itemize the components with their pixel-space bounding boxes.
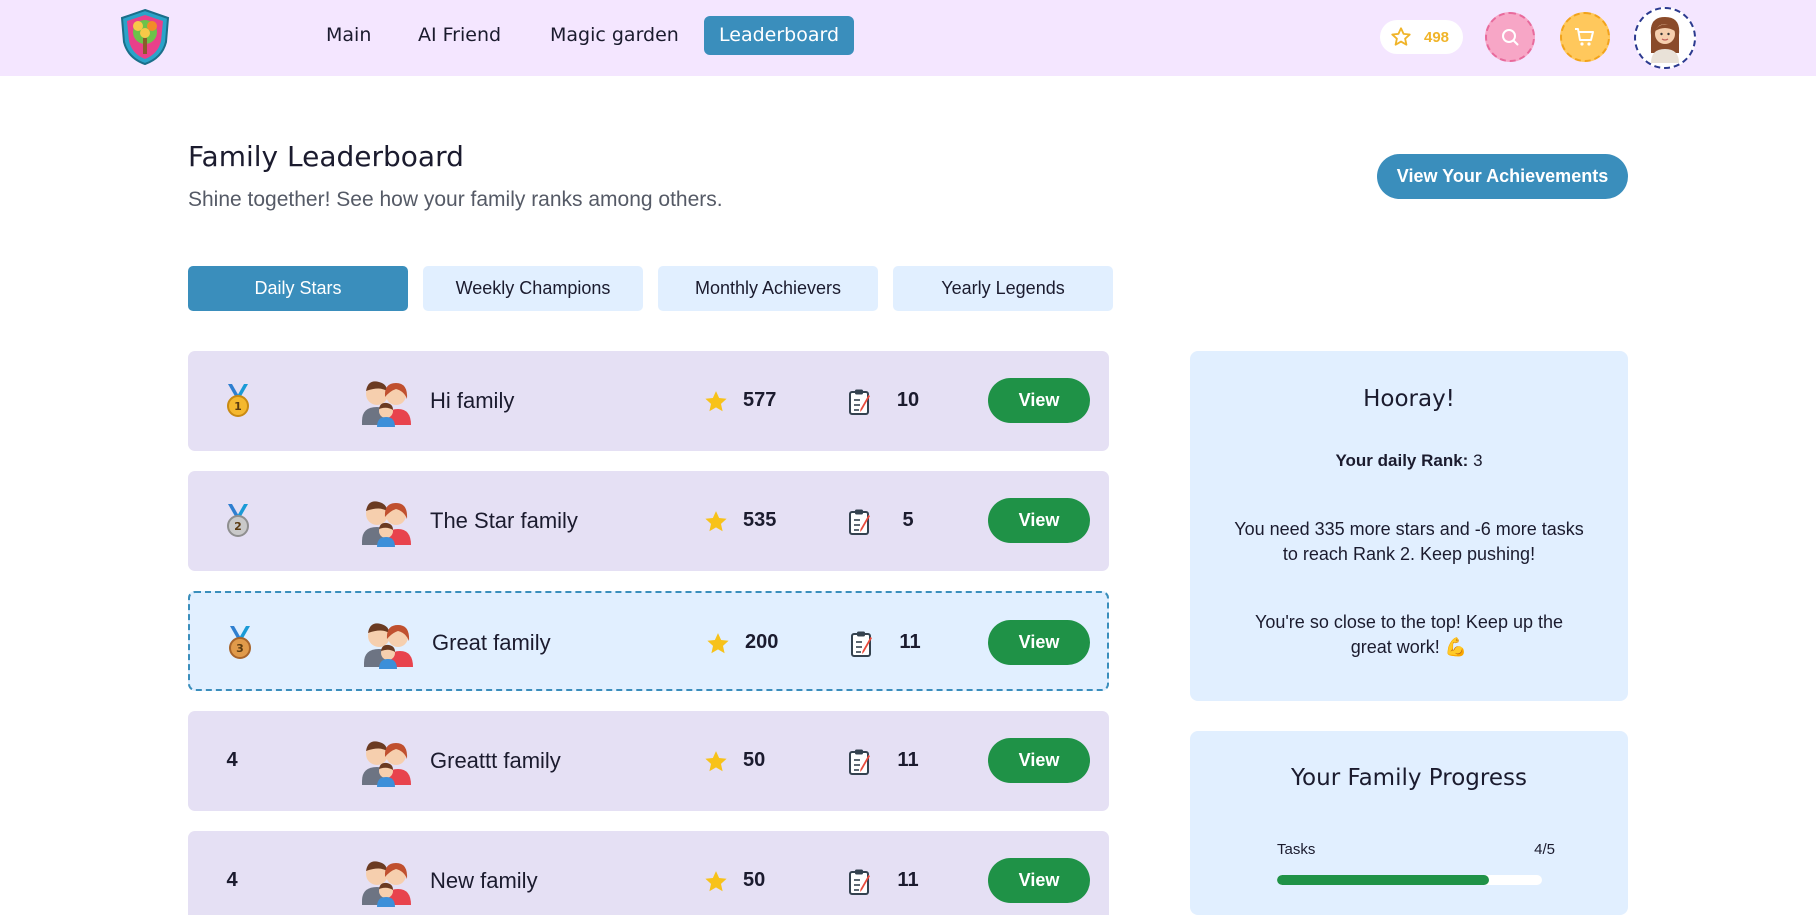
family-icon: [360, 857, 412, 912]
star-icon: [703, 869, 729, 900]
view-family-button[interactable]: View: [988, 620, 1090, 665]
view-family-button[interactable]: View: [988, 498, 1090, 543]
family-name: New family: [430, 868, 538, 893]
family-icon: [360, 497, 412, 552]
view-family-button[interactable]: View: [988, 858, 1090, 903]
family-icon: [360, 737, 412, 792]
stars-value: 50: [743, 749, 766, 771]
stars-value: 50: [743, 869, 766, 891]
view-achievements-button[interactable]: View Your Achievements: [1377, 154, 1628, 199]
rank-goal-text: You need 335 more stars and -6 more task…: [1234, 519, 1584, 564]
stars-value: 535: [743, 509, 777, 531]
tasks-progress-bar: [1277, 875, 1542, 885]
tasks-value: 11: [897, 869, 919, 891]
clipboard-icon: [848, 868, 872, 901]
medal-icon: 1: [223, 384, 253, 423]
stars-value: 577: [743, 389, 777, 411]
encouragement-text: You're so close to the top! Keep up the …: [1255, 612, 1563, 657]
rank-number: 4: [226, 749, 238, 771]
tasks-value: 5: [902, 509, 914, 531]
top-nav-bar: Main AI Friend Magic garden Leaderboard …: [0, 0, 1816, 76]
clipboard-icon: [850, 630, 874, 663]
family-name: The Star family: [430, 508, 578, 533]
page-title: Family Leaderboard: [188, 140, 464, 173]
page-subtitle: Shine together! See how your family rank…: [188, 188, 723, 211]
leaderboard-row: 4 New family 50 11 View: [188, 831, 1109, 915]
progress-title: Your Family Progress: [1291, 765, 1527, 791]
tab-monthly-achievers[interactable]: Monthly Achievers: [658, 266, 878, 311]
medal-rank-number: 1: [234, 400, 242, 413]
nav-main[interactable]: Main: [311, 16, 386, 55]
family-progress-card: Your Family Progress Tasks 4/5: [1190, 731, 1628, 915]
search-icon: [1502, 29, 1519, 46]
clipboard-icon: [848, 748, 872, 781]
tasks-value: 10: [896, 389, 920, 411]
family-name: Hi family: [430, 388, 515, 413]
medal-icon: 2: [223, 504, 253, 543]
tasks-progress-label: Tasks: [1277, 841, 1316, 858]
tab-yearly-legends[interactable]: Yearly Legends: [893, 266, 1113, 311]
rank-number: 4: [226, 869, 238, 891]
view-family-button[interactable]: View: [988, 738, 1090, 783]
nav-magic-garden[interactable]: Magic garden: [535, 16, 694, 55]
rank-summary-card: Hooray! Your daily Rank: 3 You need 335 …: [1190, 351, 1628, 701]
family-icon: [360, 377, 412, 432]
star-outline-icon: [1390, 26, 1412, 53]
logo-icon[interactable]: [118, 8, 172, 66]
leaderboard-row: 1 Hi family 577 10 View: [188, 351, 1109, 451]
tasks-value: 11: [899, 631, 921, 653]
nav-leaderboard[interactable]: Leaderboard: [704, 16, 855, 55]
clipboard-icon: [848, 388, 872, 421]
tasks-progress-fill: [1277, 875, 1489, 885]
stars-value: 200: [745, 631, 779, 653]
daily-rank-label: Your daily Rank:: [1335, 451, 1469, 470]
tab-weekly-champions[interactable]: Weekly Champions: [423, 266, 643, 311]
medal-icon: 3: [225, 626, 255, 665]
user-avatar-button[interactable]: [1634, 7, 1696, 69]
star-icon: [703, 509, 729, 540]
daily-rank-value: 3: [1473, 451, 1483, 470]
leaderboard-row: 2 The Star family 535 5 View: [188, 471, 1109, 571]
tasks-progress-value: 4/5: [1534, 841, 1555, 858]
search-button[interactable]: [1485, 12, 1535, 62]
family-name: Great family: [432, 630, 551, 655]
hooray-title: Hooray!: [1363, 386, 1455, 412]
nav-ai-friend[interactable]: AI Friend: [403, 16, 516, 55]
leaderboard-row-current-family: 3 Great family 200 11 View: [188, 591, 1109, 691]
medal-rank-number: 3: [236, 642, 244, 655]
view-family-button[interactable]: View: [988, 378, 1090, 423]
star-icon: [705, 631, 731, 662]
leaderboard-row: 4 Greattt family 50 11 View: [188, 711, 1109, 811]
stars-balance: 498: [1380, 20, 1463, 54]
clipboard-icon: [848, 508, 872, 541]
tab-daily-stars[interactable]: Daily Stars: [188, 266, 408, 311]
stars-count: 498: [1424, 29, 1450, 46]
family-name: Greattt family: [430, 748, 561, 773]
star-icon: [703, 389, 729, 420]
family-icon: [362, 619, 414, 674]
daily-rank-line: Your daily Rank: 3: [1190, 451, 1628, 471]
star-icon: [703, 749, 729, 780]
cart-button[interactable]: [1560, 12, 1610, 62]
medal-rank-number: 2: [234, 520, 242, 533]
cart-icon: [1575, 28, 1594, 46]
avatar: [1650, 17, 1680, 63]
tasks-value: 11: [897, 749, 919, 771]
